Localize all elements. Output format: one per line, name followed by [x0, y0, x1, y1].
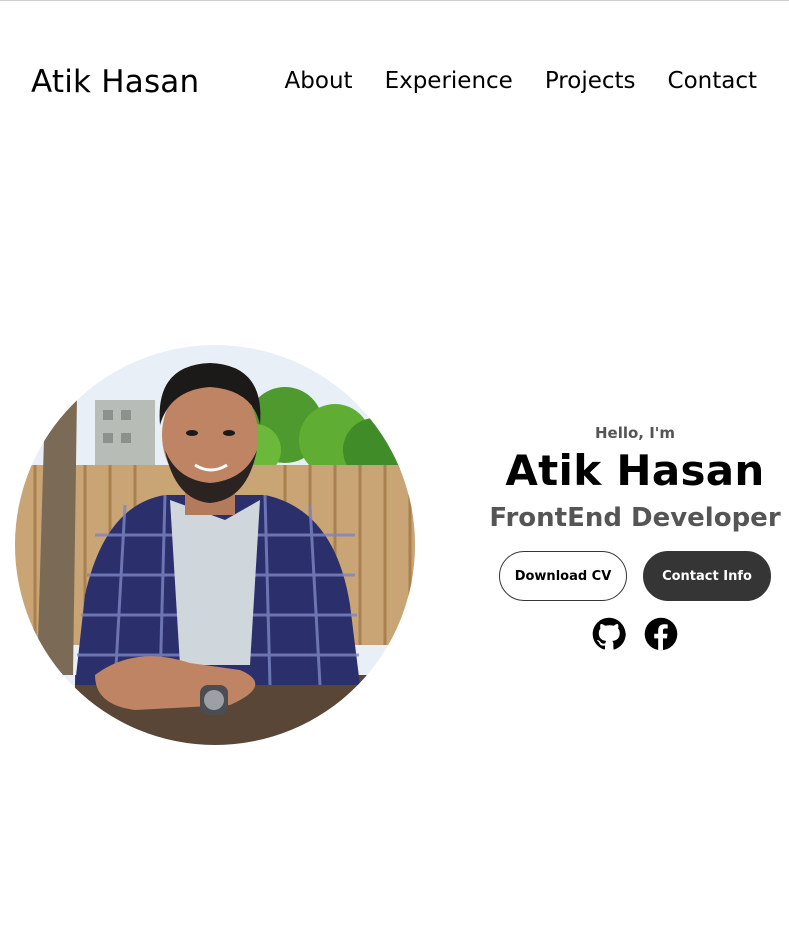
hero-buttons: Download CV Contact Info [480, 551, 789, 601]
nav-link-projects[interactable]: Projects [545, 68, 636, 94]
contact-info-button[interactable]: Contact Info [643, 551, 771, 601]
site-header: Atik Hasan About Experience Projects Con… [0, 58, 789, 108]
github-icon[interactable] [592, 617, 626, 651]
download-cv-button[interactable]: Download CV [499, 551, 627, 601]
hero-intro: Hello, I'm Atik Hasan FrontEnd Developer… [480, 420, 789, 651]
site-logo[interactable]: Atik Hasan [31, 64, 199, 100]
facebook-icon[interactable] [644, 617, 678, 651]
greeting-text: Hello, I'm [594, 424, 676, 442]
nav-link-contact[interactable]: Contact [668, 68, 757, 94]
profile-picture [15, 345, 415, 745]
nav-link-experience[interactable]: Experience [385, 68, 513, 94]
top-border [0, 0, 789, 1]
nav-link-about[interactable]: About [285, 68, 353, 94]
hero-role: FrontEnd Developer [489, 503, 781, 533]
hero-name: Atik Hasan [505, 446, 765, 495]
social-links [480, 617, 789, 651]
profile-photo-illustration [15, 345, 415, 745]
main-nav: About Experience Projects Contact [285, 68, 757, 94]
